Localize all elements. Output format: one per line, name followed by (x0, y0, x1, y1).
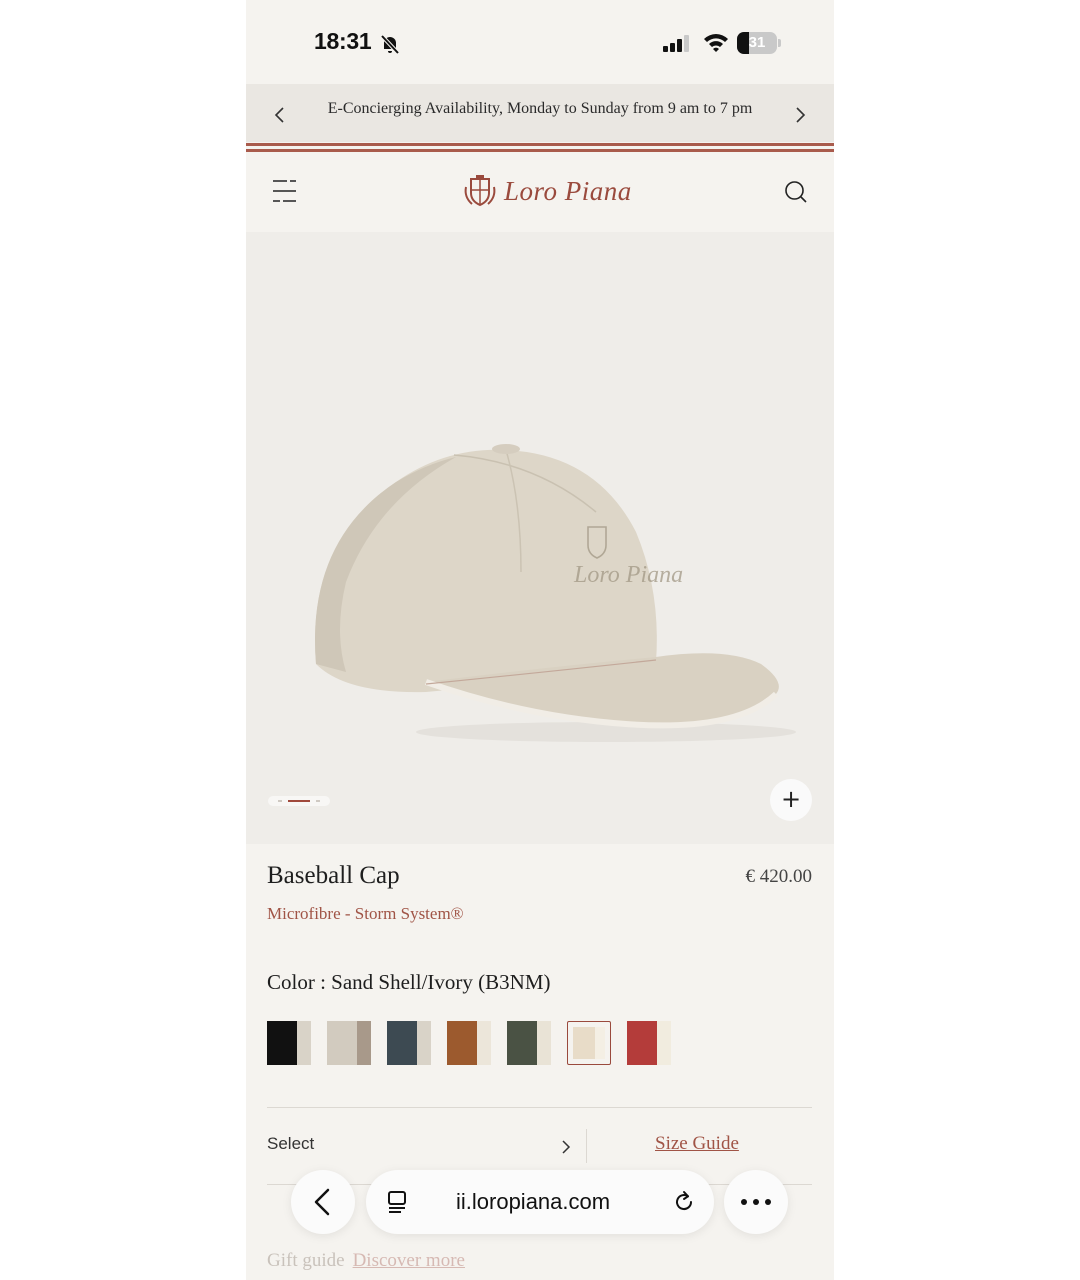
swatch-primary-color (447, 1021, 477, 1065)
divider (586, 1129, 587, 1163)
more-icon (741, 1199, 771, 1205)
size-select[interactable]: Select (267, 1134, 314, 1154)
signal-icon (663, 35, 689, 52)
discover-more-link[interactable]: Discover more (353, 1250, 465, 1271)
swatch-secondary-color (537, 1021, 551, 1065)
announcement-text: E-Concierging Availability, Monday to Su… (327, 100, 753, 117)
site-header: Loro Piana (246, 154, 834, 232)
color-label: Color : Sand Shell/Ivory (B3NM) (267, 970, 551, 994)
swatch-secondary-color (595, 1027, 605, 1059)
status-time: 18:31 (314, 28, 372, 54)
divider (267, 1107, 812, 1108)
color-swatches (267, 1021, 687, 1065)
swatch-secondary-color (297, 1021, 311, 1065)
reload-icon[interactable] (671, 1189, 697, 1215)
swatch-primary-color (627, 1021, 657, 1065)
svg-text:Loro Piana: Loro Piana (573, 562, 683, 588)
more-options-button[interactable] (724, 1170, 788, 1234)
swatch-primary-color (267, 1021, 297, 1065)
address-bar[interactable]: ii.loropiana.com (366, 1170, 714, 1234)
crest-icon (464, 175, 496, 207)
color-swatch[interactable] (627, 1021, 671, 1065)
color-swatch[interactable] (567, 1021, 611, 1065)
chevron-right-icon[interactable] (560, 1139, 572, 1155)
color-swatch[interactable] (327, 1021, 371, 1065)
size-guide-link[interactable]: Size Guide (655, 1133, 739, 1155)
color-swatch[interactable] (387, 1021, 431, 1065)
menu-icon[interactable] (270, 178, 298, 206)
swatch-primary-color (507, 1021, 537, 1065)
swatch-primary-color (573, 1027, 595, 1059)
back-arrow-icon (314, 1188, 330, 1216)
logo-wordmark: Loro Piana (504, 175, 632, 206)
phone-screen: 18:31 31 E-Concierging Availability, Mon… (246, 0, 834, 1280)
image-pager[interactable] (268, 796, 330, 806)
status-bar: 18:31 31 (246, 0, 834, 84)
chevron-right-icon[interactable] (790, 104, 810, 126)
announcement-bar: E-Concierging Availability, Monday to Su… (246, 84, 834, 142)
swatch-primary-color (387, 1021, 417, 1065)
url-text: ii.loropiana.com (456, 1189, 611, 1214)
swatch-primary-color (327, 1021, 357, 1065)
zoom-button[interactable]: + (770, 779, 812, 821)
bell-slash-icon (380, 34, 400, 55)
product-title: Baseball Cap (267, 862, 400, 889)
search-icon[interactable] (782, 178, 810, 206)
wifi-icon (704, 34, 728, 52)
decorative-stripes (246, 142, 834, 154)
color-swatch[interactable] (507, 1021, 551, 1065)
product-material: Microfibre - Storm System® (267, 904, 464, 923)
baseball-cap-image: Loro Piana (315, 444, 796, 742)
swatch-secondary-color (657, 1021, 671, 1065)
browser-back-button[interactable] (291, 1170, 355, 1234)
product-price: € 420.00 (745, 866, 813, 887)
tabs-icon[interactable] (386, 1189, 410, 1215)
product-image-gallery[interactable]: Loro Piana + (246, 232, 834, 844)
loro-piana-logo[interactable]: Loro Piana (462, 171, 632, 211)
battery-level: 31 (748, 34, 766, 51)
color-swatch[interactable] (447, 1021, 491, 1065)
gift-guide: Gift guide Discover more (267, 1250, 465, 1272)
color-swatch[interactable] (267, 1021, 311, 1065)
battery-icon: 31 (737, 32, 781, 54)
swatch-secondary-color (417, 1021, 431, 1065)
swatch-secondary-color (477, 1021, 491, 1065)
swatch-secondary-color (357, 1021, 371, 1065)
gift-guide-label: Gift guide (267, 1250, 345, 1271)
